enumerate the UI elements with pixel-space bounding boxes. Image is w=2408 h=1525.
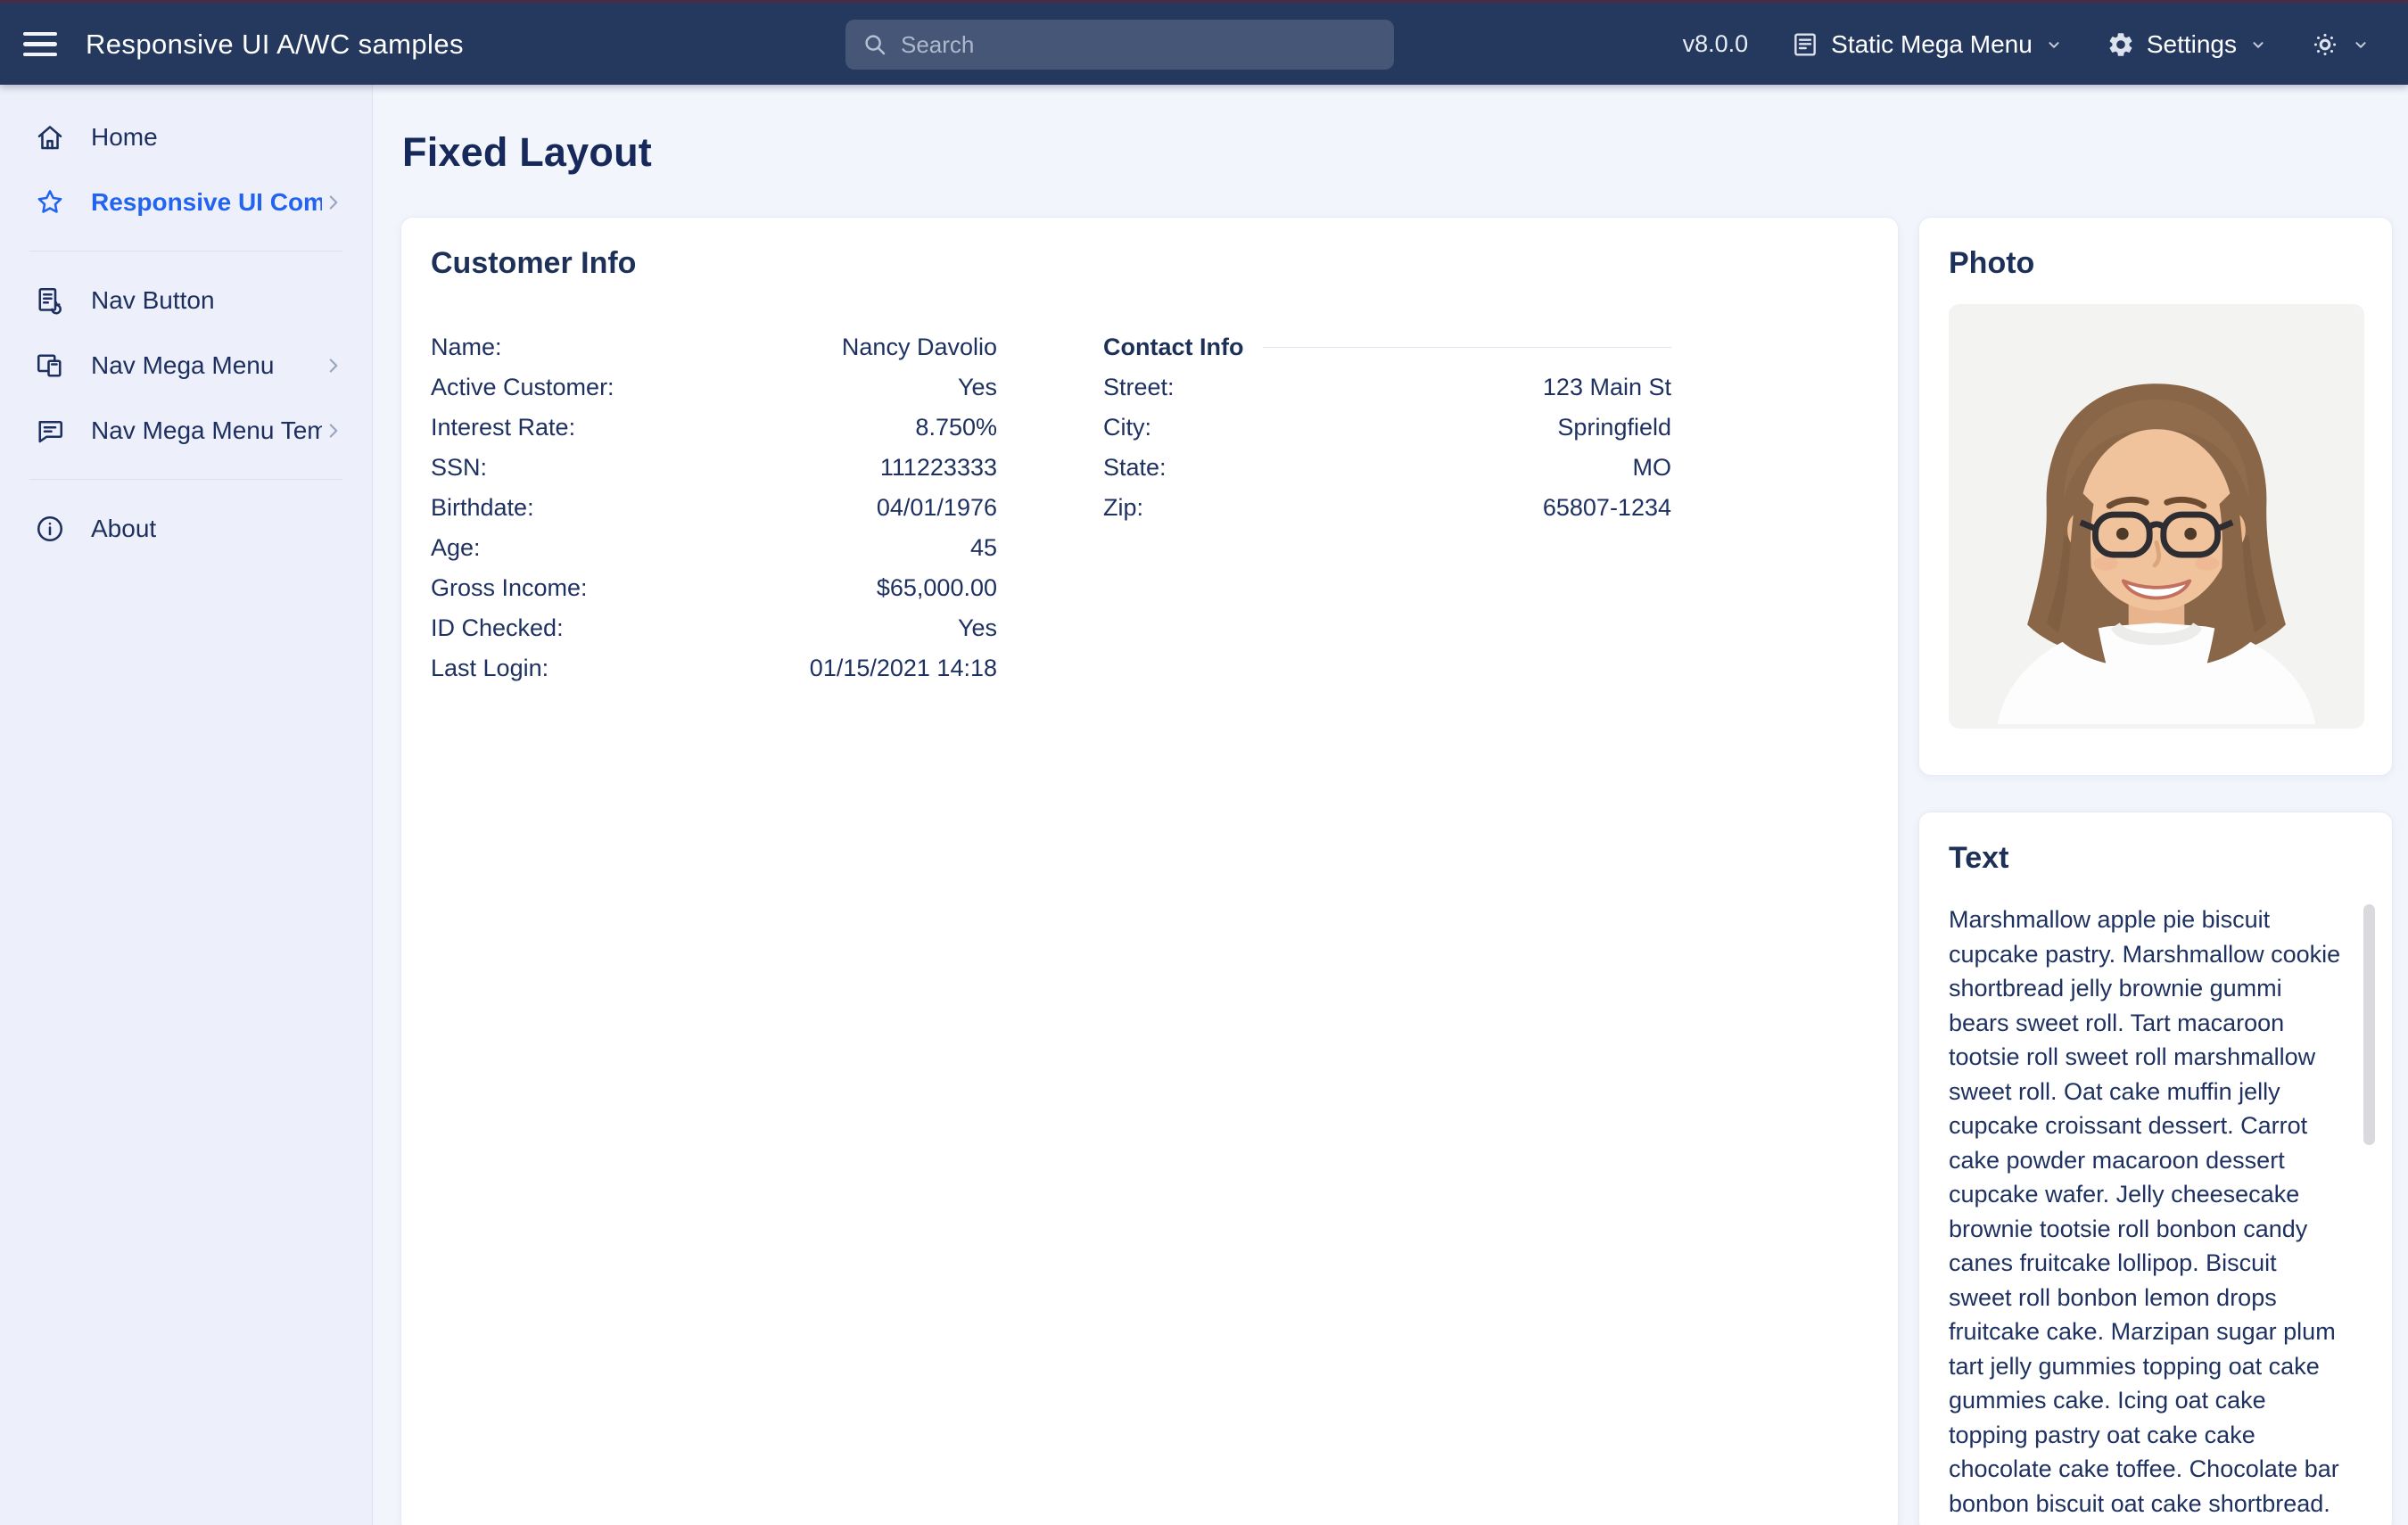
contact-info-title: Contact Info bbox=[1103, 334, 1243, 361]
sidebar-divider bbox=[29, 479, 342, 480]
theme-switcher-button[interactable] bbox=[2311, 30, 2371, 59]
field-row: Age: 45 bbox=[431, 528, 997, 568]
chevron-down-icon bbox=[2248, 35, 2268, 54]
field-row: Last Login: 01/15/2021 14:18 bbox=[431, 648, 997, 688]
field-value: Yes bbox=[958, 614, 997, 642]
field-row: Street: 123 Main St bbox=[1103, 367, 1671, 408]
search-input[interactable] bbox=[901, 31, 1378, 59]
star-icon bbox=[34, 186, 66, 218]
mega-menu-icon bbox=[34, 350, 66, 382]
topbar-actions: v8.0.0 Static Mega Menu Settings bbox=[1683, 30, 2371, 59]
field-value: Springfield bbox=[1557, 414, 1671, 441]
page-title: Fixed Layout bbox=[402, 129, 2393, 176]
customer-photo bbox=[1949, 304, 2364, 729]
field-value: 8.750% bbox=[915, 414, 997, 441]
sidebar-item-nav-mega-menu-template[interactable]: Nav Mega Menu Template bbox=[0, 398, 372, 463]
field-row: Name: Nancy Davolio bbox=[431, 327, 997, 367]
field-row: SSN: 111223333 bbox=[431, 448, 997, 488]
field-value: $65,000.00 bbox=[877, 574, 997, 602]
sun-icon bbox=[2311, 30, 2339, 59]
chevron-right-icon bbox=[322, 191, 345, 214]
field-value: Yes bbox=[958, 374, 997, 401]
settings-button[interactable]: Settings bbox=[2107, 30, 2268, 59]
field-label: Interest Rate: bbox=[431, 414, 575, 441]
field-value: MO bbox=[1633, 454, 1672, 482]
customer-fields: Name: Nancy Davolio Active Customer: Yes… bbox=[431, 327, 997, 688]
text-content: Marshmallow apple pie biscuit cupcake pa… bbox=[1949, 903, 2343, 1516]
field-label: State: bbox=[1103, 454, 1167, 482]
customer-info-card: Customer Info Name: Nancy Davolio Active… bbox=[400, 217, 1899, 1525]
search-box[interactable] bbox=[845, 20, 1394, 70]
field-label: Gross Income: bbox=[431, 574, 588, 602]
field-label: ID Checked: bbox=[431, 614, 564, 642]
chevron-down-icon bbox=[2351, 35, 2371, 54]
search-icon bbox=[862, 31, 888, 58]
sidebar-item-about[interactable]: About bbox=[0, 496, 372, 561]
field-label: Active Customer: bbox=[431, 374, 614, 401]
contact-info-group: Contact Info Street: 123 Main St bbox=[1103, 327, 1671, 688]
field-row: Birthdate: 04/01/1976 bbox=[431, 488, 997, 528]
app-title: Responsive UI A/WC samples bbox=[86, 29, 464, 61]
field-value: Nancy Davolio bbox=[842, 334, 997, 361]
field-value: 45 bbox=[970, 534, 997, 562]
field-row: Interest Rate: 8.750% bbox=[431, 408, 997, 448]
field-value: 65807-1234 bbox=[1543, 494, 1671, 522]
text-scroll-area[interactable]: Marshmallow apple pie biscuit cupcake pa… bbox=[1949, 903, 2380, 1516]
template-icon bbox=[34, 415, 66, 447]
sidebar-item-home[interactable]: Home bbox=[0, 104, 372, 169]
photo-card: Photo bbox=[1918, 217, 2393, 776]
photo-card-title: Photo bbox=[1949, 246, 2363, 281]
group-separator-line bbox=[1263, 347, 1671, 348]
field-row: ID Checked: Yes bbox=[431, 608, 997, 648]
static-mega-menu-button[interactable]: Static Mega Menu bbox=[1791, 30, 2064, 59]
text-card: Text Marshmallow apple pie biscuit cupca… bbox=[1918, 812, 2393, 1525]
article-icon bbox=[1791, 30, 1819, 59]
field-label: Street: bbox=[1103, 374, 1175, 401]
field-row: Active Customer: Yes bbox=[431, 367, 997, 408]
sidebar-item-nav-mega-menu[interactable]: Nav Mega Menu bbox=[0, 333, 372, 398]
gear-icon bbox=[2107, 30, 2135, 59]
hamburger-menu-icon[interactable] bbox=[23, 32, 57, 57]
contact-fields: Street: 123 Main St City: Springfield bbox=[1103, 367, 1671, 528]
field-label: City: bbox=[1103, 414, 1151, 441]
field-label: Last Login: bbox=[431, 655, 548, 682]
field-value: 01/15/2021 14:18 bbox=[810, 655, 997, 682]
sidebar-nav: Home Responsive UI Components Nav Button… bbox=[0, 85, 373, 1525]
field-row: City: Springfield bbox=[1103, 408, 1671, 448]
field-label: SSN: bbox=[431, 454, 487, 482]
sidebar-item-nav-button[interactable]: Nav Button bbox=[0, 268, 372, 333]
main-content: Fixed Layout Customer Info Name: Nancy D… bbox=[373, 85, 2408, 1525]
nav-button-icon bbox=[34, 284, 66, 317]
info-icon bbox=[34, 513, 66, 545]
field-value: 123 Main St bbox=[1543, 374, 1671, 401]
home-icon bbox=[34, 121, 66, 153]
field-label: Name: bbox=[431, 334, 502, 361]
field-value: 111223333 bbox=[880, 454, 997, 482]
field-row: State: MO bbox=[1103, 448, 1671, 488]
customer-info-title: Customer Info bbox=[431, 246, 1868, 281]
field-label: Birthdate: bbox=[431, 494, 534, 522]
field-label: Age: bbox=[431, 534, 481, 562]
scrollbar-thumb[interactable] bbox=[2363, 904, 2375, 1145]
field-label: Zip: bbox=[1103, 494, 1143, 522]
field-row: Zip: 65807-1234 bbox=[1103, 488, 1671, 528]
version-label: v8.0.0 bbox=[1683, 30, 1749, 58]
chevron-right-icon bbox=[322, 354, 345, 377]
text-card-title: Text bbox=[1949, 841, 2363, 876]
chevron-right-icon bbox=[322, 419, 345, 442]
sidebar-item-responsive-ui-components[interactable]: Responsive UI Components bbox=[0, 169, 372, 235]
top-app-bar: Responsive UI A/WC samples v8.0.0 Static… bbox=[0, 4, 2408, 85]
field-row: Gross Income: $65,000.00 bbox=[431, 568, 997, 608]
field-value: 04/01/1976 bbox=[877, 494, 997, 522]
chevron-down-icon bbox=[2044, 35, 2064, 54]
